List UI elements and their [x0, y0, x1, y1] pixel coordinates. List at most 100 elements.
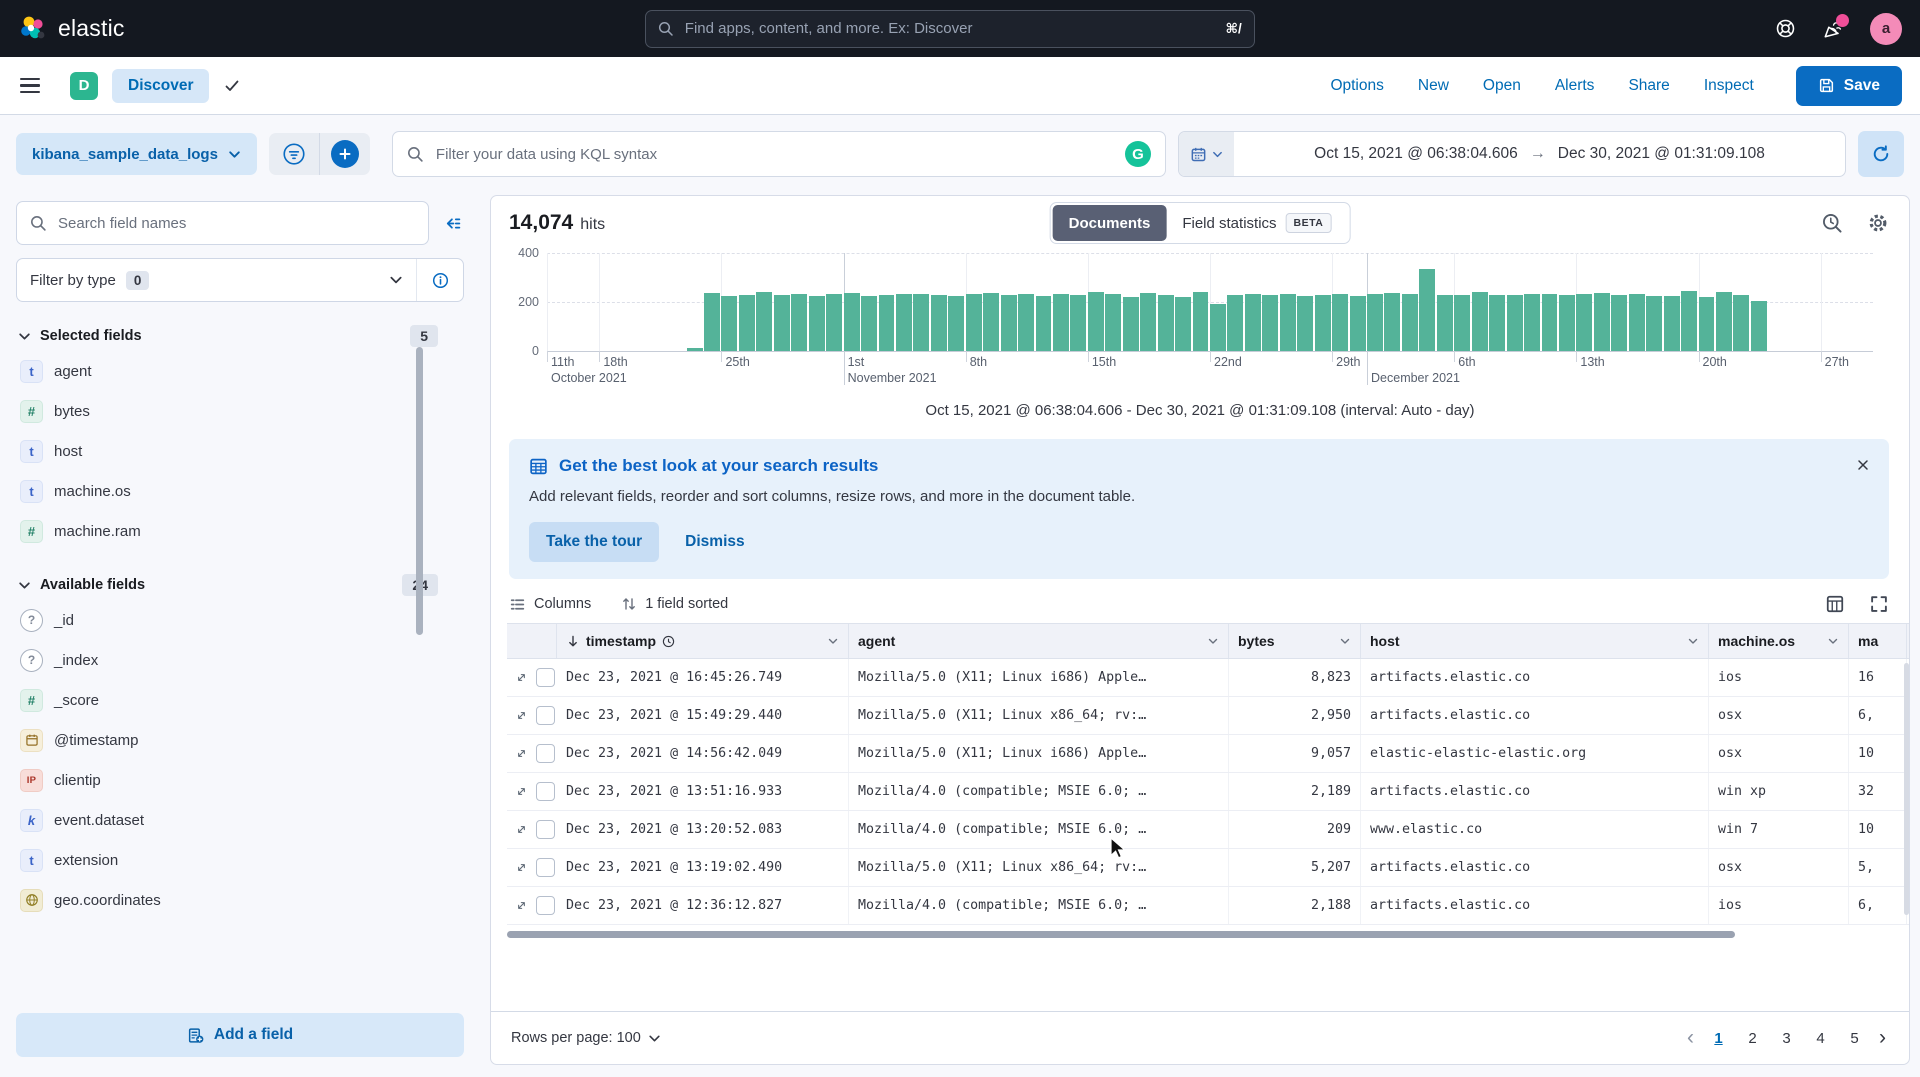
field-item-extension[interactable]: t extension [16, 840, 464, 880]
expand-row-icon[interactable] [515, 708, 528, 723]
nav-link-options[interactable]: Options [1330, 77, 1383, 95]
column-header-timestamp[interactable]: timestamp [557, 624, 849, 658]
save-button[interactable]: Save [1796, 66, 1902, 106]
select-row-checkbox[interactable] [536, 782, 555, 801]
histogram-bar[interactable] [1088, 292, 1104, 351]
cell-bytes[interactable]: 5,207 [1229, 849, 1361, 886]
columns-button[interactable]: Columns [509, 596, 591, 613]
grid-vertical-scrollbar[interactable] [1904, 663, 1909, 915]
cell-host[interactable]: artifacts.elastic.co [1361, 773, 1709, 810]
cell-ma[interactable]: 32 [1849, 773, 1907, 810]
histogram-bar[interactable] [1262, 295, 1278, 351]
histogram-bar[interactable] [983, 293, 999, 351]
select-row-checkbox[interactable] [536, 744, 555, 763]
avatar[interactable]: a [1870, 13, 1902, 45]
histogram-bar[interactable] [1280, 294, 1296, 351]
field-item-_index[interactable]: ? _index [16, 640, 464, 680]
select-row-checkbox[interactable] [536, 896, 555, 915]
cell-ma[interactable]: 10 [1849, 735, 1907, 772]
field-item-geo.coordinates[interactable]: geo.coordinates [16, 880, 464, 920]
cell-host[interactable]: elastic-elastic-elastic.org [1361, 735, 1709, 772]
page-4[interactable]: 4 [1808, 1024, 1833, 1052]
cell-bytes[interactable]: 9,057 [1229, 735, 1361, 772]
histogram-bar[interactable] [1297, 296, 1313, 351]
expand-row-icon[interactable] [515, 860, 528, 875]
histogram-bar[interactable] [948, 296, 964, 351]
field-item-@timestamp[interactable]: @timestamp [16, 720, 464, 760]
cell-bytes[interactable]: 8,823 [1229, 659, 1361, 696]
global-search[interactable]: ⌘/ [645, 10, 1255, 48]
histogram-bar[interactable] [774, 295, 790, 351]
cell-ma[interactable]: 6, [1849, 887, 1907, 924]
cell-agent[interactable]: Mozilla/4.0 (compatible; MSIE 6.0; … [849, 773, 1229, 810]
histogram-bar[interactable] [1350, 296, 1366, 351]
histogram-bar[interactable] [1315, 295, 1331, 351]
close-icon[interactable] [1853, 455, 1873, 475]
histogram-bar[interactable] [1175, 297, 1191, 351]
histogram-bar[interactable] [1245, 294, 1261, 351]
tab-documents[interactable]: Documents [1053, 205, 1167, 241]
search-sessions-icon[interactable] [1821, 212, 1843, 234]
histogram-bar[interactable] [1454, 295, 1470, 351]
cell-host[interactable]: www.elastic.co [1361, 811, 1709, 848]
histogram-bar[interactable] [756, 292, 772, 351]
kql-input[interactable] [434, 145, 1115, 164]
histogram-bar[interactable] [1594, 293, 1610, 351]
histogram-bar[interactable] [1367, 294, 1383, 351]
cell-bytes[interactable]: 2,189 [1229, 773, 1361, 810]
histogram-bar[interactable] [1036, 296, 1052, 351]
histogram-bar[interactable] [896, 294, 912, 351]
histogram-bar[interactable] [1559, 295, 1575, 351]
elastic-logo[interactable]: elastic [18, 14, 125, 44]
data-view-picker[interactable]: kibana_sample_data_logs [16, 133, 257, 175]
end-date[interactable]: Dec 30, 2021 @ 01:31:09.108 [1558, 145, 1765, 163]
histogram-bar[interactable] [913, 294, 929, 351]
cell-bytes[interactable]: 209 [1229, 811, 1361, 848]
nav-link-new[interactable]: New [1418, 77, 1449, 95]
cell-agent[interactable]: Mozilla/5.0 (X11; Linux i686) Apple… [849, 659, 1229, 696]
histogram-bar[interactable] [1699, 297, 1715, 351]
field-item-clientip[interactable]: IP clientip [16, 760, 464, 800]
histogram-bar[interactable] [1629, 294, 1645, 351]
cell-host[interactable]: artifacts.elastic.co [1361, 697, 1709, 734]
expand-row-icon[interactable] [515, 822, 528, 837]
field-item-agent[interactable]: t agent [16, 351, 464, 391]
page-3[interactable]: 3 [1774, 1024, 1799, 1052]
news-icon[interactable] [1822, 18, 1844, 40]
histogram-bar[interactable] [704, 293, 720, 351]
sort-fields-button[interactable]: 1 field sorted [621, 596, 728, 612]
histogram-bar[interactable] [879, 295, 895, 351]
collapse-sidebar-icon[interactable] [441, 212, 464, 235]
select-row-checkbox[interactable] [536, 820, 555, 839]
histogram-bar[interactable] [791, 294, 807, 351]
histogram-bar[interactable] [1733, 295, 1749, 351]
expand-row-icon[interactable] [515, 784, 528, 799]
cell-agent[interactable]: Mozilla/5.0 (X11; Linux i686) Apple… [849, 735, 1229, 772]
sidebar-scrollbar[interactable] [416, 347, 423, 635]
histogram-bar[interactable] [1053, 294, 1069, 351]
cell-timestamp[interactable]: Dec 23, 2021 @ 13:51:16.933 [557, 773, 849, 810]
field-item-_score[interactable]: # _score [16, 680, 464, 720]
histogram-bar[interactable] [1332, 294, 1348, 351]
histogram-bar[interactable] [1140, 293, 1156, 351]
cell-agent[interactable]: Mozilla/4.0 (compatible; MSIE 6.0; … [849, 887, 1229, 924]
cell-machine.os[interactable]: ios [1709, 659, 1849, 696]
previous-page-button[interactable]: ‹ [1684, 1026, 1697, 1050]
breadcrumb-discover[interactable]: Discover [112, 69, 209, 103]
cell-machine.os[interactable]: osx [1709, 849, 1849, 886]
dismiss-link[interactable]: Dismiss [685, 533, 744, 551]
histogram-bar[interactable] [1489, 295, 1505, 351]
cell-machine.os[interactable]: osx [1709, 735, 1849, 772]
histogram-bar[interactable] [966, 294, 982, 351]
selected-fields-header[interactable]: Selected fields 5 [18, 325, 462, 347]
help-icon[interactable] [1775, 18, 1796, 39]
page-1[interactable]: 1 [1706, 1024, 1731, 1052]
tab-field-statistics[interactable]: Field statistics BETA [1166, 205, 1347, 241]
filter-icon[interactable] [269, 133, 319, 175]
column-header-agent[interactable]: agent [849, 624, 1229, 658]
histogram-bar[interactable] [1384, 293, 1400, 351]
cell-ma[interactable]: 6, [1849, 697, 1907, 734]
filter-by-type-dropdown[interactable]: Filter by type 0 [17, 259, 416, 301]
nav-link-open[interactable]: Open [1483, 77, 1521, 95]
select-row-checkbox[interactable] [536, 858, 555, 877]
